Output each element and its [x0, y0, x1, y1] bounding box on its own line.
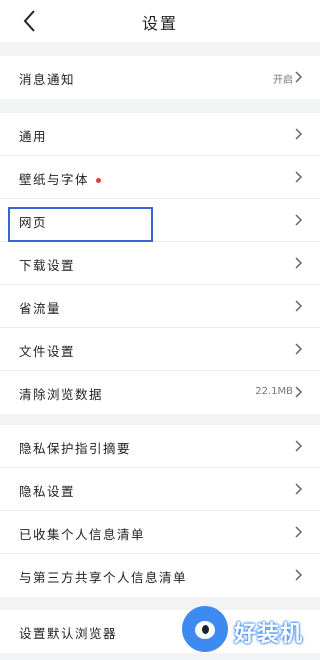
watermark: 好装机 [180, 600, 320, 660]
watermark-logo-eye [202, 625, 209, 634]
row-label: 下载设置 [19, 258, 76, 273]
cache-size-value: 22.1MB [255, 386, 293, 397]
row-wallpaper-font[interactable]: 壁纸与字体 [0, 156, 320, 199]
chevron-right-icon [295, 483, 303, 495]
header-bar: 设置 [0, 0, 320, 42]
chevron-right-icon [295, 214, 303, 226]
chevron-right-icon [295, 171, 303, 183]
new-badge-dot [96, 178, 102, 183]
row-general[interactable]: 通用 [0, 113, 320, 156]
chevron-right-icon [295, 386, 303, 398]
watermark-logo-icon [182, 606, 228, 652]
chevron-right-icon [295, 300, 303, 312]
row-privacy-settings[interactable]: 隐私设置 [0, 468, 320, 511]
row-third-party-sharing-list[interactable]: 与第三方共享个人信息清单 [0, 554, 320, 597]
row-file-settings[interactable]: 文件设置 [0, 328, 320, 371]
settings-group-general: 通用 壁纸与字体 网页 下载设置 省流量 文件设置 清除浏览数据 22.1MB [0, 113, 320, 414]
notification-status-value: 开启 [273, 75, 293, 86]
row-label: 隐私设置 [19, 484, 76, 499]
chevron-right-icon [295, 128, 303, 140]
row-data-saver[interactable]: 省流量 [0, 285, 320, 328]
row-label: 文件设置 [19, 344, 76, 359]
watermark-text: 好装机 [234, 622, 304, 647]
row-label: 壁纸与字体 [19, 169, 102, 188]
page-title: 设置 [141, 14, 178, 33]
row-download-settings[interactable]: 下载设置 [0, 242, 320, 285]
row-label-text: 壁纸与字体 [19, 172, 90, 187]
row-clear-browsing-data[interactable]: 清除浏览数据 22.1MB [0, 371, 320, 414]
row-label: 设置默认浏览器 [19, 626, 118, 641]
settings-group-privacy: 隐私保护指引摘要 隐私设置 已收集个人信息清单 与第三方共享个人信息清单 [0, 425, 320, 597]
row-label: 与第三方共享个人信息清单 [19, 570, 188, 585]
chevron-right-icon [295, 526, 303, 538]
row-label: 消息通知 [19, 72, 76, 87]
row-label: 隐私保护指引摘要 [19, 441, 132, 456]
chevron-right-icon [295, 71, 303, 83]
settings-group-notifications: 消息通知 开启 [0, 56, 320, 99]
highlight-box [8, 207, 153, 242]
chevron-right-icon [295, 257, 303, 269]
chevron-right-icon [295, 440, 303, 452]
row-notifications[interactable]: 消息通知 开启 [0, 56, 320, 99]
row-privacy-summary[interactable]: 隐私保护指引摘要 [0, 425, 320, 468]
chevron-right-icon [295, 569, 303, 581]
row-label: 通用 [19, 129, 48, 144]
row-label: 清除浏览数据 [19, 387, 104, 402]
chevron-right-icon [295, 343, 303, 355]
row-label: 省流量 [19, 301, 62, 316]
row-label: 已收集个人信息清单 [19, 527, 146, 542]
row-collected-info-list[interactable]: 已收集个人信息清单 [0, 511, 320, 554]
